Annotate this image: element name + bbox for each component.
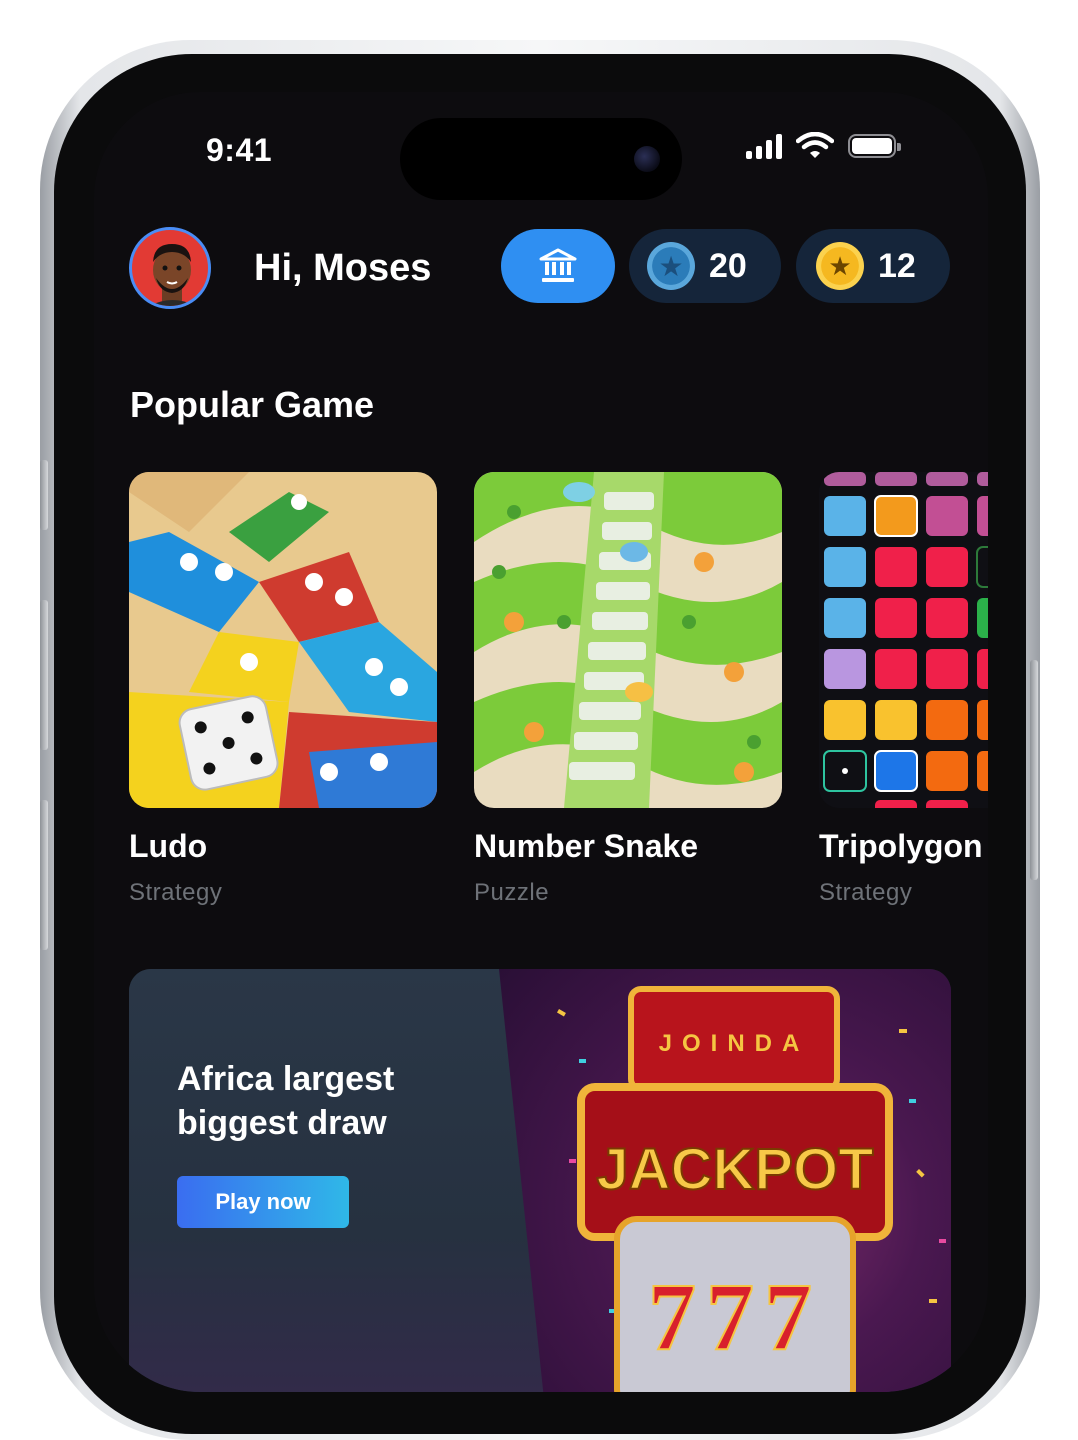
jackpot-artwork: JOINDA JACKPOT 777	[499, 969, 951, 1392]
coin-icon: ★	[816, 242, 864, 290]
game-name: Number Snake	[474, 828, 699, 864]
status-time: 9:41	[206, 132, 273, 168]
gems-count: 20	[709, 246, 747, 285]
avatar[interactable]	[129, 227, 211, 309]
wifi-icon	[796, 132, 834, 158]
game-card-tripolygon[interactable]: Tripolygon Strategy	[819, 472, 988, 907]
play-now-button[interactable]: Play now	[177, 1176, 349, 1228]
section-title: Popular Game	[130, 384, 375, 425]
reels-text: 777	[648, 1263, 822, 1370]
game-category: Strategy	[129, 879, 223, 906]
greeting-text: Hi, Moses	[254, 247, 432, 289]
gems-balance[interactable]: ★ 20	[629, 229, 781, 303]
number-snake-thumbnail	[474, 472, 782, 808]
side-button	[1030, 660, 1038, 880]
camera-icon	[634, 146, 660, 172]
banner-title: Africa largest biggest draw	[177, 1060, 395, 1142]
status-icons	[746, 132, 901, 160]
side-button	[40, 800, 48, 950]
sign-top-text: JOINDA	[659, 1030, 810, 1057]
game-card-number-snake[interactable]: Number Snake Puzzle	[474, 472, 782, 907]
game-card-ludo[interactable]: Ludo Strategy	[129, 472, 437, 907]
bank-icon	[539, 248, 577, 282]
jackpot-text: JACKPOT	[596, 1137, 873, 1202]
game-category: Puzzle	[474, 879, 550, 906]
coins-balance[interactable]: ★ 12	[796, 229, 950, 303]
signal-icon	[746, 133, 782, 159]
game-name: Tripolygon	[819, 828, 983, 864]
side-button	[40, 600, 48, 750]
ludo-thumbnail	[129, 472, 437, 808]
avatar-face-icon	[149, 244, 196, 306]
game-name: Ludo	[129, 828, 208, 864]
phone-screen: 9:41 Hi, Moses ★ 20 ★ 12 Popular Game Lu…	[94, 92, 988, 1392]
bank-button[interactable]	[501, 229, 615, 303]
game-category: Strategy	[819, 879, 913, 906]
gem-icon: ★	[647, 242, 695, 290]
dynamic-island	[400, 118, 682, 200]
side-button	[40, 460, 48, 530]
coins-count: 12	[878, 246, 916, 285]
battery-icon	[848, 134, 901, 158]
promo-banner[interactable]: JOINDA JACKPOT 777 Africa largest bigges…	[129, 969, 951, 1392]
tripolygon-thumbnail	[819, 472, 988, 808]
